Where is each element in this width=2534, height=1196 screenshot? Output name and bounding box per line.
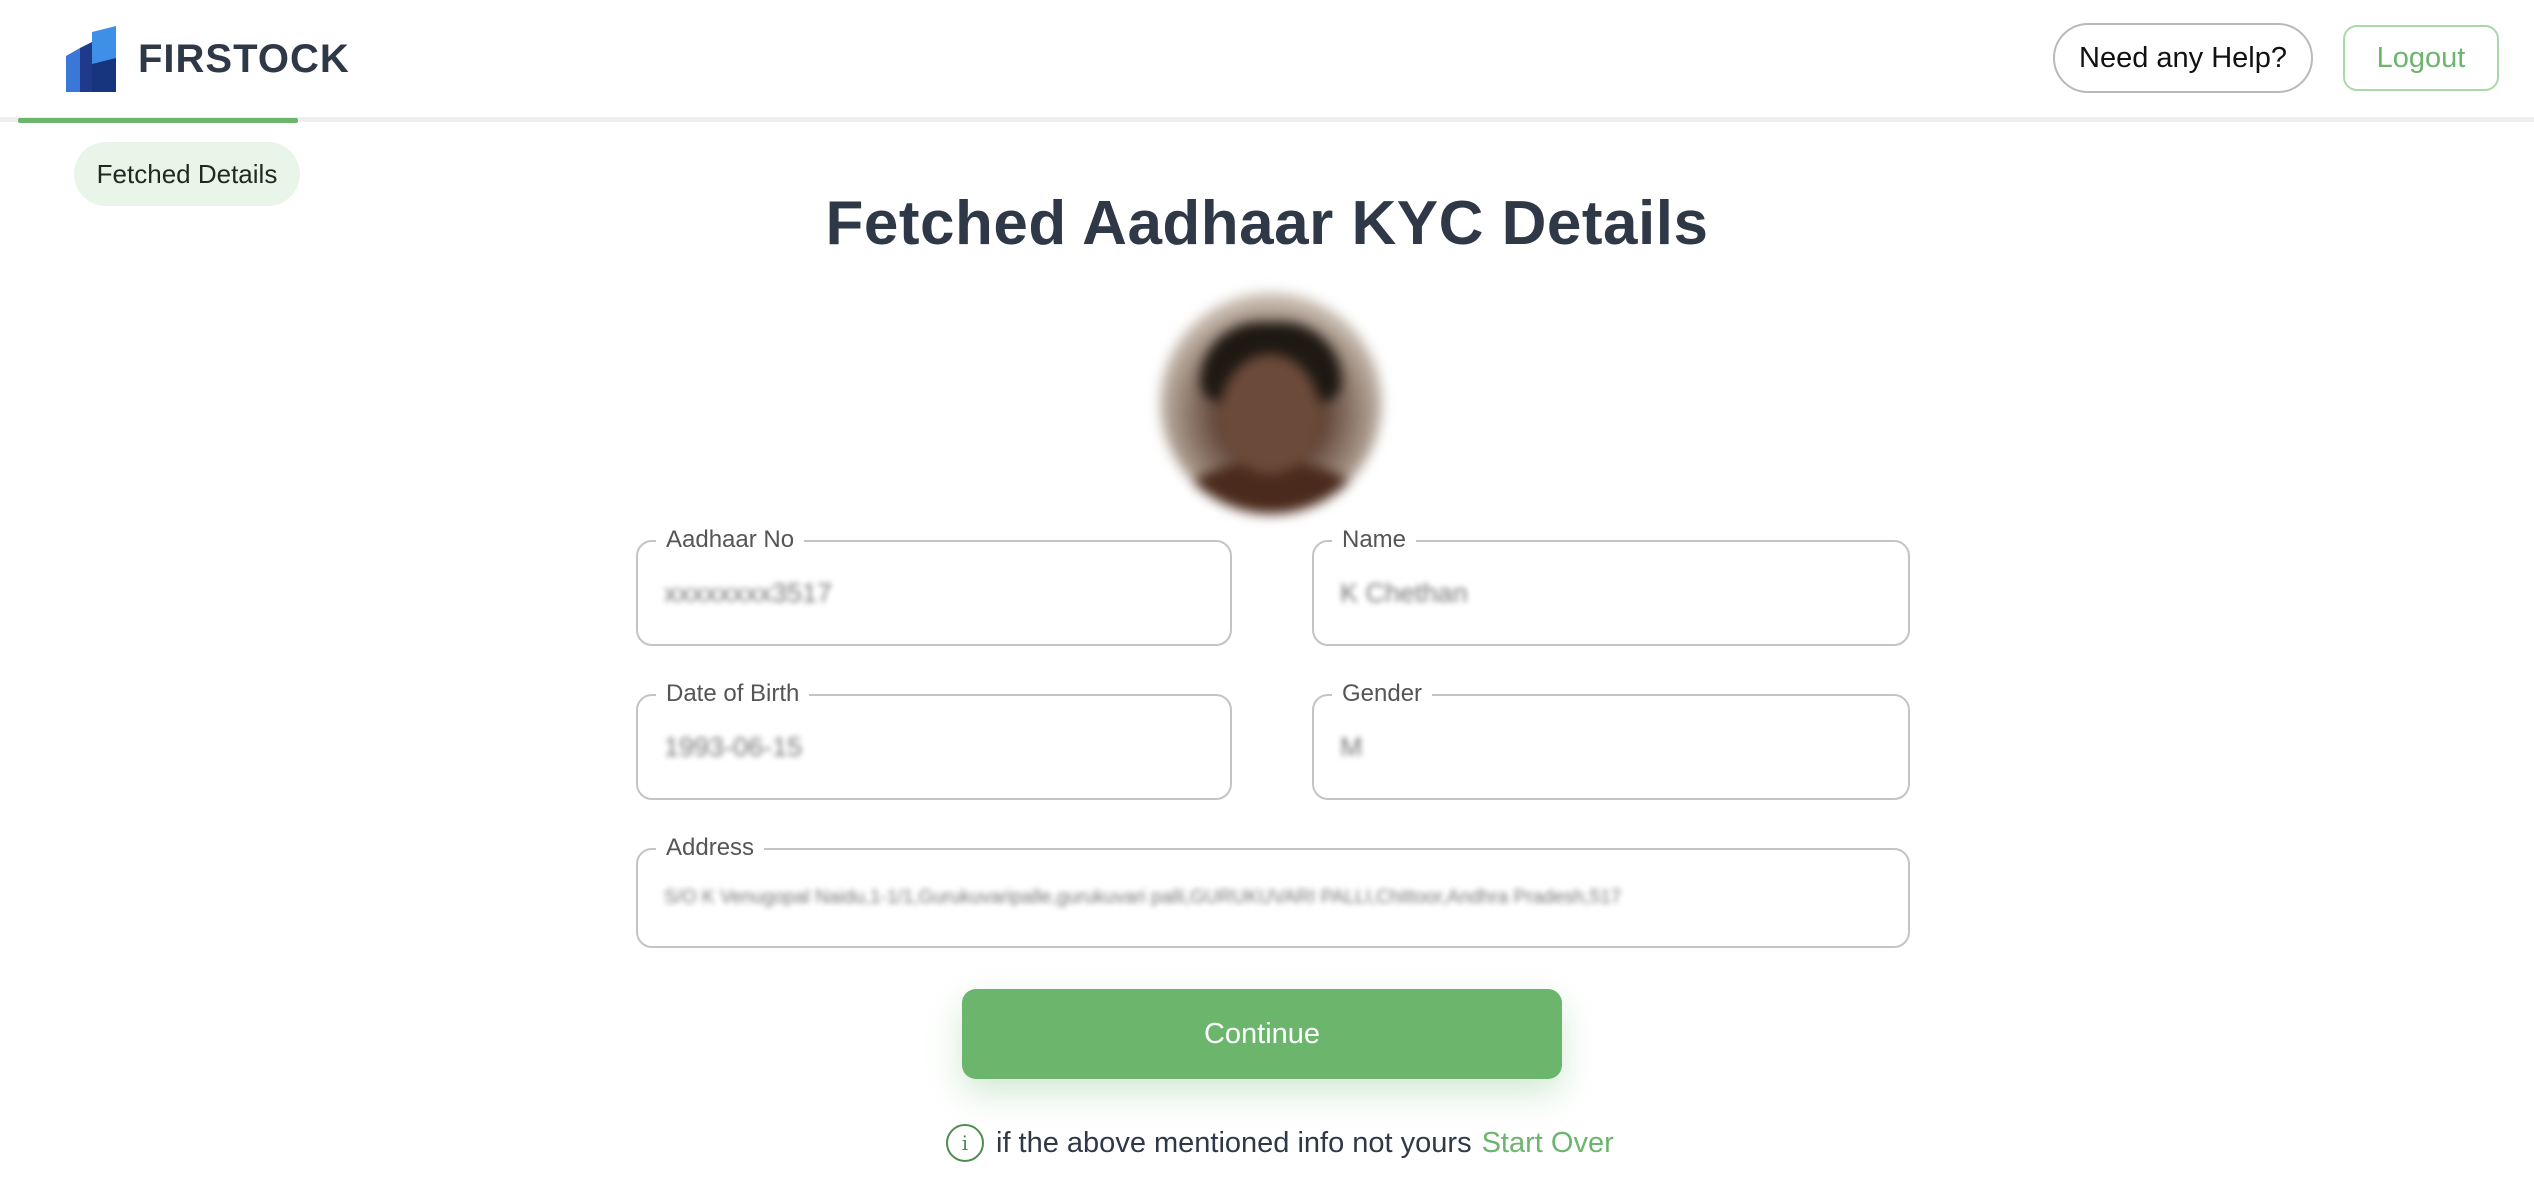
gender-field: Gender M	[1312, 680, 1910, 800]
info-icon: i	[946, 1124, 984, 1162]
help-button[interactable]: Need any Help?	[2053, 23, 2313, 93]
progress-indicator	[18, 118, 298, 123]
date-of-birth-field: Date of Birth 1993-06-15	[636, 680, 1232, 800]
page-title: Fetched Aadhaar KYC Details	[825, 189, 1709, 258]
aadhaar-no-value: xxxxxxxx3517	[664, 577, 833, 608]
gender-value: M	[1340, 731, 1363, 762]
address-value: S/O K Venugopal Naidu,1-1/1,Gurukuvaripa…	[664, 887, 1622, 908]
not-yours-note: i if the above mentioned info not yours …	[946, 1123, 1614, 1163]
aadhaar-no-field: Aadhaar No xxxxxxxx3517	[636, 526, 1232, 646]
brand-logo[interactable]: FIRSTOCK	[66, 26, 350, 92]
name-value: K Chethan	[1340, 577, 1468, 608]
note-text: if the above mentioned info not yours	[996, 1126, 1472, 1159]
brand-name: FIRSTOCK	[138, 36, 350, 81]
date-of-birth-value: 1993-06-15	[664, 731, 803, 762]
profile-photo	[1160, 292, 1382, 514]
name-field: Name K Chethan	[1312, 526, 1910, 646]
continue-button[interactable]: Continue	[962, 989, 1562, 1079]
firstock-logo-icon	[66, 26, 116, 92]
top-header: FIRSTOCK Need any Help? Logout	[0, 0, 2534, 123]
start-over-link[interactable]: Start Over	[1482, 1127, 1614, 1160]
address-field: Address S/O K Venugopal Naidu,1-1/1,Guru…	[636, 834, 1910, 948]
logout-button[interactable]: Logout	[2343, 25, 2499, 91]
